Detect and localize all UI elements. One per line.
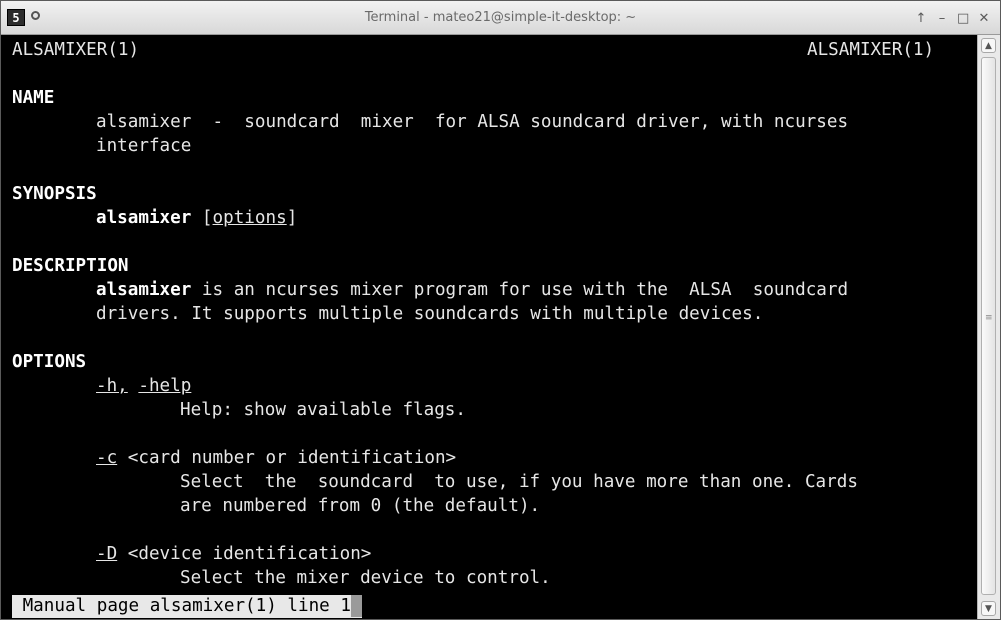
section-options-heading: OPTIONS xyxy=(12,352,87,372)
man-header-right: ALSAMIXER(1) xyxy=(807,40,935,60)
name-description-line2: interface xyxy=(96,136,192,156)
terminal-content[interactable]: ALSAMIXER(1) ALSAMIXER(1) NAME alsamixer… xyxy=(1,35,977,619)
option-card-description-line1: Select the soundcard to use, if you have… xyxy=(180,472,858,492)
minimize-icon[interactable]: – xyxy=(936,11,948,26)
terminal-window: 5 Terminal - mateo21@simple-it-desktop: … xyxy=(0,0,1001,620)
scroll-down-arrow-icon[interactable]: ▼ xyxy=(981,601,996,616)
description-line2: drivers. It supports multiple soundcards… xyxy=(96,304,764,324)
synopsis-bracket-open: [ xyxy=(191,208,213,228)
scroll-grip-icon: ≡ xyxy=(985,313,993,323)
window-controls: ↑ – □ ✕ xyxy=(915,9,990,27)
synopsis-line: alsamixer [options] xyxy=(96,206,297,230)
synopsis-command: alsamixer xyxy=(96,208,192,228)
shade-up-icon[interactable]: ↑ xyxy=(915,11,927,26)
option-c-flag: -c xyxy=(96,448,118,468)
close-icon[interactable]: ✕ xyxy=(978,11,990,26)
man-header-left: ALSAMIXER(1) xyxy=(12,40,140,60)
section-synopsis-heading: SYNOPSIS xyxy=(12,184,97,204)
scroll-up-arrow-icon[interactable]: ▲ xyxy=(981,38,996,53)
title-bar[interactable]: 5 Terminal - mateo21@simple-it-desktop: … xyxy=(1,1,1000,35)
pager-status-bar: Manual page alsamixer(1) line 1 xyxy=(12,595,362,618)
scrollbar-thumb[interactable]: ≡ xyxy=(981,57,996,595)
option-device-line: -D <device identification> xyxy=(96,542,371,566)
description-command: alsamixer xyxy=(96,280,192,300)
description-line1-text: is an ncurses mixer program for use with… xyxy=(191,280,849,300)
option-help-description: Help: show available flags. xyxy=(180,400,466,420)
option-d-argument: <device identification> xyxy=(117,544,372,564)
option-card-description-line2: are numbered from 0 (the default). xyxy=(180,496,541,516)
option-card-line: -c <card number or identification> xyxy=(96,446,456,470)
text-cursor xyxy=(350,595,362,617)
option-d-flag: -D xyxy=(96,544,118,564)
option-help-line: -h, -help xyxy=(96,374,191,398)
description-line1: alsamixer is an ncurses mixer program fo… xyxy=(96,278,848,302)
section-description-heading: DESCRIPTION xyxy=(12,256,129,276)
option-h-short: -h, xyxy=(96,376,128,396)
option-c-argument: <card number or identification> xyxy=(117,448,457,468)
synopsis-bracket-close: ] xyxy=(286,208,298,228)
option-help-long: -help xyxy=(138,376,192,396)
window-title: Terminal - mateo21@simple-it-desktop: ~ xyxy=(364,10,637,25)
maximize-icon[interactable]: □ xyxy=(957,11,969,26)
vertical-scrollbar[interactable]: ▲ ≡ ▼ xyxy=(977,35,1000,619)
section-name-heading: NAME xyxy=(12,88,55,108)
synopsis-options: options xyxy=(212,208,287,228)
name-description-line1: alsamixer - soundcard mixer for ALSA sou… xyxy=(96,112,849,132)
pager-status-text: Manual page alsamixer(1) line 1 xyxy=(12,596,351,616)
option-device-description-line1: Select the mixer device to control. xyxy=(180,568,551,588)
